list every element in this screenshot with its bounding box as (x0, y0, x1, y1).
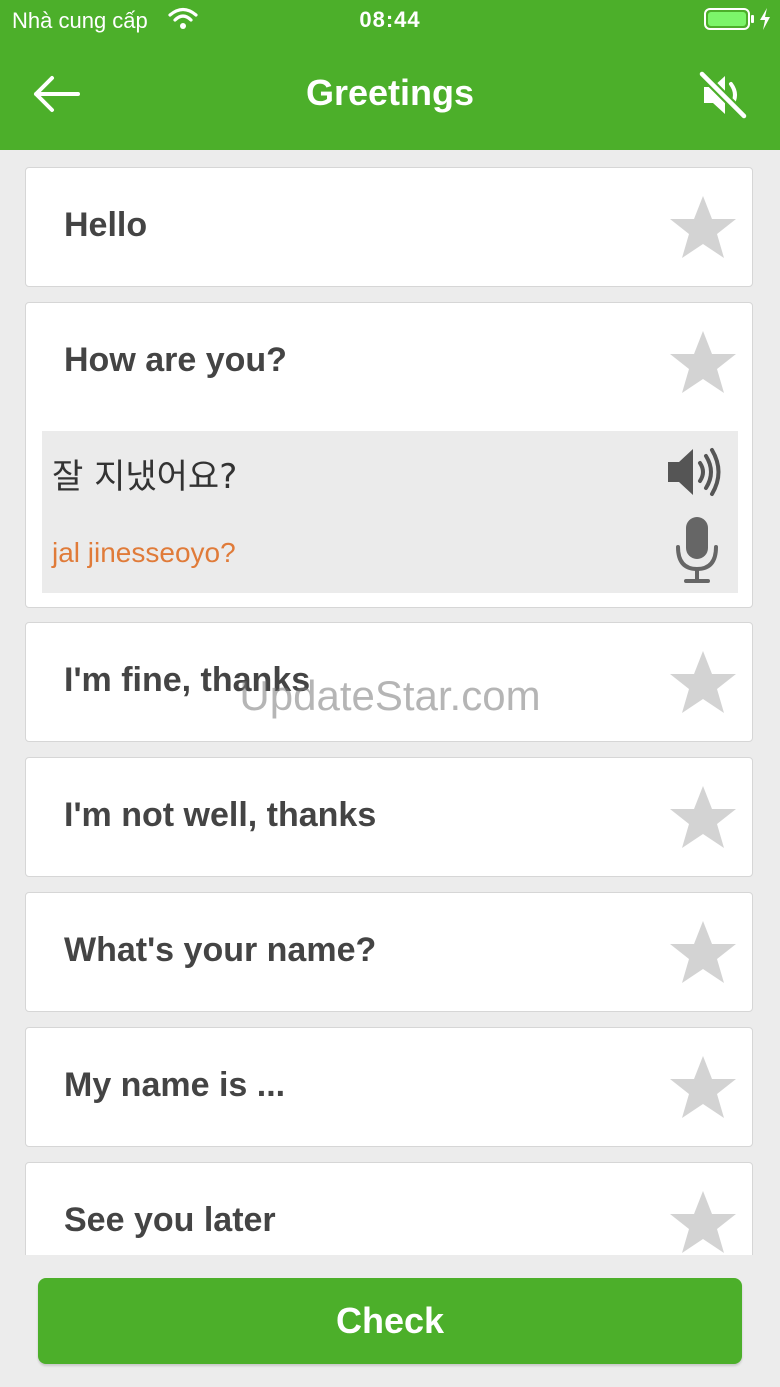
phrase-list: Hello How are you? 잘 지냈어요? jal jinesseoy… (0, 150, 780, 1255)
korean-translation: 잘 지냈어요? (52, 457, 238, 497)
status-bar: Nhà cung cấp 08:44 (0, 0, 780, 40)
nav-bar: Greetings (0, 40, 780, 150)
phrase-card-see-you-later[interactable]: See you later (25, 1162, 753, 1255)
romanization-text: jal jinesseoyo? (52, 537, 236, 568)
speaker-play-icon[interactable] (666, 443, 726, 501)
page-title: Greetings (305, 72, 475, 113)
phrase-text: How are you? (64, 341, 287, 379)
footer: Check (0, 1255, 780, 1387)
phrase-card-my-name-is[interactable]: My name is ... (25, 1027, 753, 1147)
phrase-card-im-fine[interactable]: I'm fine, thanks (25, 622, 753, 742)
star-icon[interactable] (668, 1189, 738, 1255)
phrase-card-whats-your-name[interactable]: What's your name? (25, 892, 753, 1012)
phrase-card-hello[interactable]: Hello (25, 167, 753, 287)
battery-icon (704, 8, 754, 30)
phrase-text: I'm not well, thanks (64, 796, 377, 834)
star-icon[interactable] (668, 784, 738, 852)
speaker-muted-icon[interactable] (698, 70, 750, 120)
star-icon[interactable] (668, 1054, 738, 1122)
phrase-text: My name is ... (64, 1066, 286, 1104)
microphone-icon[interactable] (674, 515, 720, 585)
status-time: 08:44 (359, 7, 421, 32)
phrase-text: Hello (64, 206, 148, 244)
star-icon[interactable] (668, 194, 738, 262)
phrase-text: I'm fine, thanks (64, 661, 311, 699)
star-icon[interactable] (668, 329, 738, 397)
phrase-card-how-are-you[interactable]: How are you? 잘 지냈어요? jal jinesseoyo? (25, 302, 753, 608)
phrase-text: See you later (64, 1201, 276, 1239)
star-icon[interactable] (668, 919, 738, 987)
translation-panel: 잘 지냈어요? jal jinesseoyo? (42, 431, 738, 593)
phrase-card-im-not-well[interactable]: I'm not well, thanks (25, 757, 753, 877)
check-button[interactable]: Check (38, 1278, 742, 1364)
charging-icon (760, 8, 770, 30)
phrase-text: What's your name? (64, 931, 377, 969)
star-icon[interactable] (668, 649, 738, 717)
